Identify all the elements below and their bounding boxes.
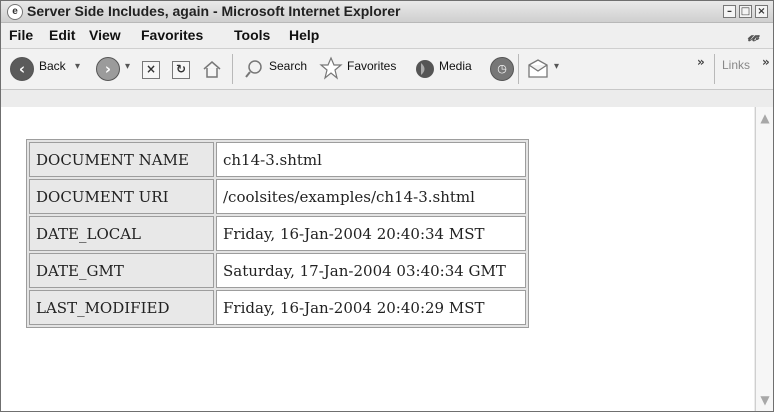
table-row: DOCUMENT URI /coolsites/examples/ch14-3.… bbox=[29, 179, 526, 214]
media-icon[interactable] bbox=[413, 58, 437, 80]
title-bar: e Server Side Includes, again - Microsof… bbox=[1, 1, 773, 23]
favorites-button[interactable]: Favorites bbox=[347, 59, 396, 73]
variable-value-cell: Friday, 16-Jan-2004 20:40:34 MST bbox=[216, 216, 526, 251]
home-icon[interactable] bbox=[201, 59, 223, 79]
variable-value-cell: /coolsites/examples/ch14-3.shtml bbox=[216, 179, 526, 214]
table-row: DOCUMENT NAME ch14-3.shtml bbox=[29, 142, 526, 177]
toolbar-divider bbox=[232, 54, 233, 84]
ie-window-icon: e bbox=[7, 4, 23, 20]
menu-favorites[interactable]: Favorites bbox=[141, 27, 203, 43]
search-button[interactable]: Search bbox=[269, 59, 307, 73]
forward-dropdown-icon[interactable]: ▾ bbox=[125, 61, 130, 72]
toolbar-divider bbox=[714, 54, 715, 84]
minimize-button[interactable]: – bbox=[723, 5, 736, 18]
variable-name-cell: DOCUMENT URI bbox=[29, 179, 214, 214]
close-button[interactable]: × bbox=[755, 5, 768, 18]
menu-view[interactable]: View bbox=[89, 27, 121, 43]
table-row: DATE_GMT Saturday, 17-Jan-2004 03:40:34 … bbox=[29, 253, 526, 288]
menu-edit[interactable]: Edit bbox=[49, 27, 75, 43]
menu-tools[interactable]: Tools bbox=[234, 27, 270, 43]
toolbar-divider bbox=[518, 54, 519, 84]
menu-file[interactable]: File bbox=[9, 27, 33, 43]
browser-window: e Server Side Includes, again - Microsof… bbox=[0, 0, 774, 412]
media-button[interactable]: Media bbox=[439, 59, 472, 73]
standard-toolbar: ‹ Back ▾ › ▾ × ↻ Search Favorites Media … bbox=[1, 49, 773, 90]
mail-dropdown-icon[interactable]: ▾ bbox=[554, 61, 559, 72]
table-row: DATE_LOCAL Friday, 16-Jan-2004 20:40:34 … bbox=[29, 216, 526, 251]
toolbar-overflow-button[interactable]: » bbox=[697, 55, 705, 69]
stop-icon[interactable]: × bbox=[142, 61, 160, 79]
links-overflow-button[interactable]: » bbox=[762, 55, 770, 69]
back-arrow-icon[interactable]: ‹ bbox=[10, 57, 34, 81]
windows-logo-icon: 𝓌 bbox=[747, 26, 759, 45]
table-row: LAST_MODIFIED Friday, 16-Jan-2004 20:40:… bbox=[29, 290, 526, 325]
page-content: DOCUMENT NAME ch14-3.shtml DOCUMENT URI … bbox=[1, 107, 754, 411]
ssi-variable-table: DOCUMENT NAME ch14-3.shtml DOCUMENT URI … bbox=[26, 139, 529, 328]
vertical-scrollbar[interactable]: ▲ ▼ bbox=[755, 107, 773, 411]
links-button[interactable]: Links bbox=[722, 58, 750, 72]
history-icon[interactable]: ◷ bbox=[490, 57, 514, 81]
variable-value-cell: Friday, 16-Jan-2004 20:40:29 MST bbox=[216, 290, 526, 325]
menu-help[interactable]: Help bbox=[289, 27, 319, 43]
variable-name-cell: DATE_LOCAL bbox=[29, 216, 214, 251]
maximize-button[interactable]: □ bbox=[739, 5, 752, 18]
variable-name-cell: LAST_MODIFIED bbox=[29, 290, 214, 325]
search-icon[interactable] bbox=[243, 59, 265, 79]
star-icon[interactable] bbox=[319, 56, 343, 80]
variable-value-cell: ch14-3.shtml bbox=[216, 142, 526, 177]
scroll-down-icon[interactable]: ▼ bbox=[758, 393, 772, 407]
window-title: Server Side Includes, again - Microsoft … bbox=[27, 3, 401, 19]
variable-value-cell: Saturday, 17-Jan-2004 03:40:34 GMT bbox=[216, 253, 526, 288]
variable-name-cell: DATE_GMT bbox=[29, 253, 214, 288]
back-dropdown-icon[interactable]: ▾ bbox=[75, 61, 80, 72]
scroll-up-icon[interactable]: ▲ bbox=[758, 111, 772, 125]
mail-icon[interactable] bbox=[526, 59, 550, 79]
back-button[interactable]: Back bbox=[39, 59, 66, 73]
forward-arrow-icon[interactable]: › bbox=[96, 57, 120, 81]
refresh-icon[interactable]: ↻ bbox=[172, 61, 190, 79]
variable-name-cell: DOCUMENT NAME bbox=[29, 142, 214, 177]
menu-bar: File Edit View Favorites Tools Help 𝓌 bbox=[1, 23, 773, 49]
